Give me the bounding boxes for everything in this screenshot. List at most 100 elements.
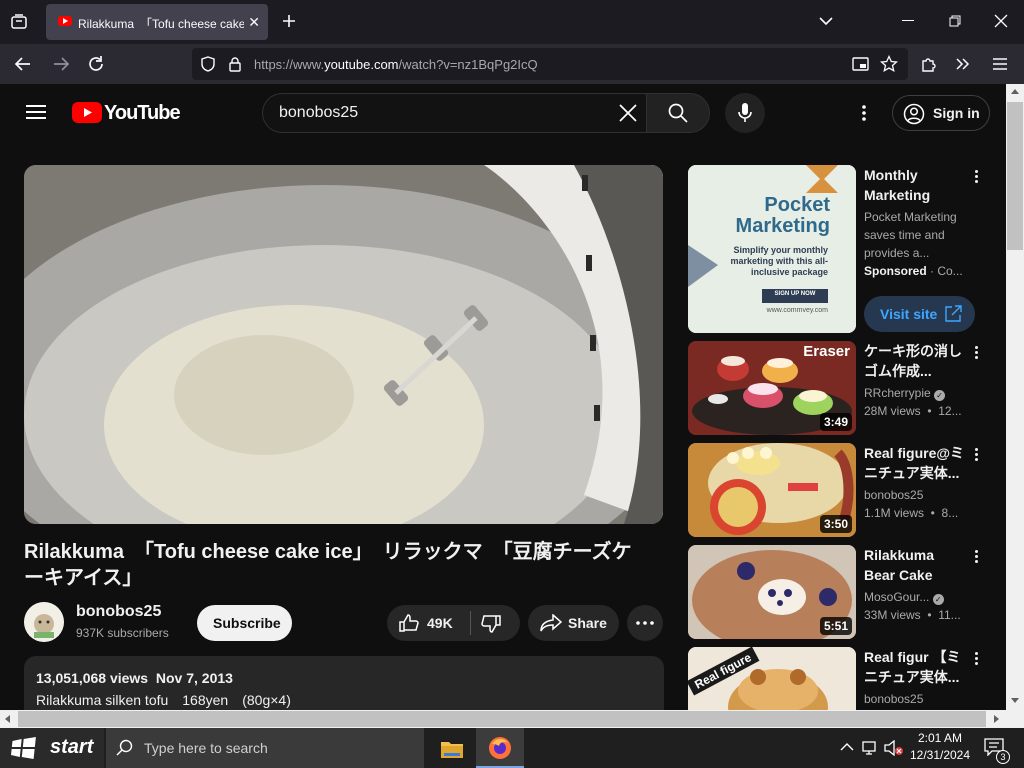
forward-icon[interactable]	[52, 55, 70, 73]
tab-list-icon[interactable]	[10, 13, 28, 31]
restore-icon[interactable]	[949, 15, 961, 27]
dislike-button[interactable]	[471, 605, 520, 641]
verified-badge-icon: ✓	[932, 594, 944, 605]
like-dislike-group: 49K	[387, 605, 520, 641]
visit-site-button[interactable]: Visit site	[864, 296, 975, 332]
start-button[interactable]: start	[0, 728, 104, 768]
vertical-scrollbar[interactable]	[1006, 84, 1024, 710]
new-tab-icon[interactable]	[280, 12, 298, 30]
sign-in-label: Sign in	[933, 105, 980, 121]
network-icon[interactable]	[862, 740, 880, 756]
horizontal-scrollbar[interactable]	[0, 710, 1006, 728]
rec-thumbnail-3[interactable]: 5:51	[688, 545, 856, 639]
clear-search-icon[interactable]	[619, 104, 637, 122]
url-text: https://www.youtube.com/watch?v=nz1BqPg2…	[254, 57, 538, 72]
ad-thumbnail[interactable]: Pocket Marketing Simplify your monthly m…	[688, 165, 856, 333]
show-hidden-icons-chevron-icon[interactable]	[840, 742, 854, 752]
rec-options-kebab-icon-3[interactable]	[970, 548, 982, 568]
app-menu-hamburger-icon[interactable]	[992, 57, 1008, 71]
rec-options-kebab-icon-2[interactable]	[970, 446, 982, 466]
window-close-icon[interactable]	[994, 14, 1008, 28]
volume-muted-icon[interactable]	[884, 740, 904, 756]
horizontal-scroll-thumb[interactable]	[18, 711, 986, 727]
channel-avatar[interactable]	[24, 602, 64, 642]
more-tools-chevrons-icon[interactable]	[955, 56, 971, 72]
address-bar[interactable]: https://www.youtube.com/watch?v=nz1BqPg2…	[192, 48, 908, 80]
voice-search-button[interactable]	[725, 93, 765, 133]
scroll-up-arrow-icon[interactable]	[1011, 89, 1019, 94]
ad-thumb-heading: Pocket Marketing	[735, 194, 830, 237]
taskbar-search-placeholder: Type here to search	[144, 740, 268, 756]
share-button[interactable]: Share	[528, 605, 619, 641]
sign-in-button[interactable]: Sign in	[892, 95, 990, 131]
action-center-button[interactable]: 3	[982, 736, 1010, 764]
rec-channel-4: bonobos25	[864, 692, 924, 706]
rec-meta-1: 28M views • 12...	[864, 404, 962, 418]
search-button[interactable]	[646, 93, 710, 133]
scroll-down-arrow-icon[interactable]	[1011, 698, 1019, 703]
subscribe-button[interactable]: Subscribe	[197, 605, 292, 641]
tab-close-icon[interactable]: ✕	[248, 14, 260, 30]
rec-duration-2: 3:50	[819, 515, 852, 533]
rec-duration-1: 3:49	[819, 413, 852, 431]
share-arrow-icon	[540, 614, 562, 632]
rec-title-2[interactable]: Real figure@ミニチュア実体...	[864, 443, 968, 483]
rec-title-1[interactable]: ケーキ形の消しゴム作成...	[864, 341, 968, 381]
rec-thumbnail-2[interactable]: 3:50	[688, 443, 856, 537]
account-circle-icon	[903, 103, 925, 125]
rec-thumbnail-1[interactable]: Eraser 3:49	[688, 341, 856, 435]
ad-body: Pocket Marketing saves time and provides…	[864, 210, 957, 260]
clock-time: 2:01 AM	[917, 731, 963, 745]
rec-channel-2: bonobos25	[864, 488, 924, 502]
visit-site-label: Visit site	[880, 306, 938, 322]
start-label: start	[50, 736, 94, 758]
taskbar-search-box[interactable]: Type here to search	[106, 728, 424, 768]
guide-menu-icon[interactable]	[26, 104, 46, 120]
description-box[interactable]: 13,051,068 views Nov 7, 2013 Rilakkuma s…	[24, 656, 664, 710]
tracking-protection-shield-icon[interactable]	[200, 56, 216, 72]
ad-thumb-url: www.commvey.com	[766, 307, 828, 314]
file-explorer-taskbar-button[interactable]	[430, 728, 474, 768]
video-player[interactable]	[24, 165, 663, 524]
search-input[interactable]: bonobos25	[262, 93, 646, 133]
subscriber-count: 937K subscribers	[76, 626, 169, 640]
thumbs-down-icon	[481, 615, 501, 633]
rec-title-3[interactable]: Rilakkuma Bear Cake using a...	[864, 545, 968, 585]
rec-options-kebab-icon-1[interactable]	[970, 344, 982, 364]
scroll-left-arrow-icon[interactable]	[5, 715, 10, 723]
ad-title[interactable]: Monthly Marketing	[864, 165, 968, 205]
rec-title-4[interactable]: Real figur 【ミニチュア実体...	[864, 647, 968, 687]
view-count-date: 13,051,068 views Nov 7, 2013	[36, 670, 233, 686]
youtube-logo-text: YouTube	[104, 102, 181, 124]
reload-icon[interactable]	[87, 55, 105, 73]
ad-options-kebab-icon[interactable]	[970, 168, 982, 188]
rec-thumbnail-1-label: Eraser	[803, 343, 850, 360]
notification-count-badge: 3	[996, 750, 1010, 764]
search-icon	[668, 103, 688, 123]
like-count: 49K	[427, 615, 453, 631]
extensions-puzzle-icon[interactable]	[920, 55, 938, 73]
browser-tab[interactable]: Rilakkuma 「Tofu cheese cake ice」 ✕	[46, 4, 268, 40]
more-actions-button[interactable]	[627, 605, 663, 641]
scroll-right-arrow-icon[interactable]	[994, 715, 999, 723]
video-frame	[24, 165, 663, 524]
firefox-taskbar-button[interactable]	[476, 728, 524, 768]
subscribe-label: Subscribe	[213, 615, 281, 631]
channel-name[interactable]: bonobos25	[76, 603, 161, 621]
lock-icon[interactable]	[228, 56, 242, 72]
rec-thumbnail-4[interactable]: Real figure	[688, 647, 856, 710]
firefox-icon	[488, 736, 512, 760]
back-icon[interactable]	[14, 55, 32, 73]
list-all-tabs-icon[interactable]	[818, 14, 834, 28]
minimize-icon[interactable]	[902, 20, 914, 21]
taskbar-clock[interactable]: 2:01 AM 12/31/2024	[906, 730, 974, 764]
rec-options-kebab-icon-4[interactable]	[970, 650, 982, 670]
settings-kebab-icon[interactable]	[858, 104, 870, 122]
picture-in-picture-icon[interactable]	[852, 56, 870, 72]
folder-icon	[440, 739, 464, 759]
bookmark-star-icon[interactable]	[880, 55, 898, 73]
like-button[interactable]: 49K	[387, 605, 467, 641]
vertical-scroll-thumb[interactable]	[1007, 102, 1023, 250]
sponsored-label: Sponsored	[864, 264, 927, 278]
ad-thumb-button: SIGN UP NOW	[774, 291, 816, 297]
